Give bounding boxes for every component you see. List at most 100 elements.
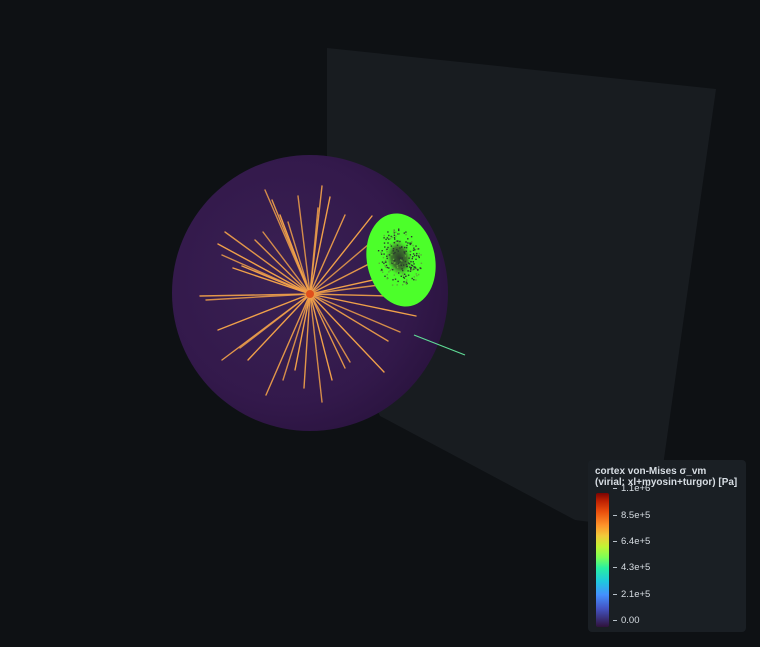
patch-speck	[393, 242, 395, 244]
patch-speck	[393, 260, 396, 262]
patch-speck	[392, 269, 394, 271]
patch-speck	[413, 247, 415, 249]
patch-speck	[417, 248, 420, 250]
patch-speck	[389, 243, 392, 246]
colorbar-tick: 6.4e+5	[613, 537, 650, 547]
3d-viewport[interactable]: cortex von-Mises σ_vm (virial: xl+myosin…	[0, 0, 760, 647]
patch-speck	[413, 279, 415, 281]
patch-speck	[392, 248, 395, 250]
patch-speck	[410, 267, 412, 269]
patch-speck	[401, 260, 403, 262]
patch-speck	[411, 265, 414, 267]
patch-speck	[402, 274, 404, 276]
patch-speck	[412, 249, 415, 251]
patch-speck	[414, 266, 416, 269]
patch-speck	[384, 265, 386, 267]
patch-speck	[388, 271, 390, 273]
patch-speck	[420, 254, 422, 256]
patch-speck	[385, 266, 387, 268]
patch-speck	[393, 252, 395, 255]
patch-speck	[411, 241, 413, 243]
patch-speck	[409, 242, 411, 244]
colorbar-legend: cortex von-Mises σ_vm (virial: xl+myosin…	[588, 460, 746, 632]
patch-speck	[393, 274, 395, 276]
patch-speck	[385, 238, 387, 241]
patch-speck	[394, 278, 397, 280]
colorbar-gradient	[596, 493, 609, 627]
patch-speck	[400, 275, 402, 277]
patch-speck	[412, 256, 414, 258]
patch-speck	[401, 257, 403, 259]
patch-speck	[404, 273, 406, 275]
patch-speck	[409, 270, 412, 272]
patch-speck	[391, 254, 393, 256]
patch-speck	[403, 281, 405, 283]
patch-speck	[407, 274, 410, 276]
patch-speck	[380, 253, 383, 255]
patch-speck	[397, 266, 399, 269]
patch-speck	[399, 247, 401, 249]
patch-speck	[404, 260, 407, 263]
patch-speck	[392, 258, 395, 261]
patch-speck	[381, 250, 383, 252]
patch-speck	[406, 244, 408, 247]
patch-speck	[383, 237, 385, 239]
patch-speck	[392, 250, 394, 252]
patch-speck	[385, 264, 388, 267]
patch-speck	[408, 257, 410, 259]
patch-speck	[417, 273, 420, 276]
patch-speck	[386, 251, 388, 253]
patch-speck	[405, 275, 407, 277]
patch-speck	[416, 254, 418, 257]
patch-speck	[398, 228, 400, 230]
patch-speck	[387, 242, 389, 244]
colorbar-tick: 2.1e+5	[613, 590, 650, 600]
patch-speck	[409, 243, 412, 246]
patch-speck	[417, 269, 419, 271]
patch-speck	[386, 248, 388, 250]
patch-speck	[418, 252, 420, 255]
patch-speck	[407, 242, 409, 244]
patch-speck	[420, 262, 423, 264]
patch-speck	[403, 252, 406, 254]
patch-speck	[416, 252, 418, 255]
patch-speck	[420, 267, 422, 270]
patch-speck	[418, 256, 420, 259]
patch-speck	[409, 254, 412, 256]
patch-speck	[406, 279, 408, 281]
patch-speck	[389, 238, 392, 240]
patch-speck	[413, 263, 415, 265]
patch-speck	[384, 275, 386, 277]
patch-speck	[398, 272, 400, 274]
patch-speck	[381, 261, 384, 263]
patch-speck	[404, 246, 406, 249]
patch-speck	[398, 242, 400, 244]
colorbar-tick: 1.1e+6	[613, 484, 650, 494]
patch-speck	[405, 263, 408, 266]
patch-speck	[399, 257, 402, 259]
patch-speck	[380, 251, 382, 254]
patch-speck	[402, 269, 404, 272]
patch-speck	[405, 250, 407, 252]
patch-speck	[384, 259, 387, 262]
patch-speck	[388, 260, 391, 263]
patch-speck	[413, 276, 415, 278]
patch-speck	[414, 249, 416, 251]
patch-speck	[386, 254, 389, 256]
patch-speck	[402, 272, 404, 274]
patch-speck	[405, 233, 407, 236]
patch-speck	[383, 262, 385, 265]
patch-speck	[387, 246, 389, 249]
patch-speck	[409, 250, 411, 252]
patch-speck	[393, 236, 396, 239]
patch-speck	[383, 242, 386, 244]
patch-speck	[396, 284, 398, 286]
patch-speck	[397, 280, 399, 283]
patch-speck	[407, 270, 409, 272]
patch-speck	[383, 234, 385, 237]
patch-speck	[401, 268, 403, 270]
patch-speck	[397, 250, 399, 252]
patch-speck	[400, 264, 402, 266]
patch-speck	[395, 270, 398, 273]
patch-speck	[405, 241, 407, 243]
